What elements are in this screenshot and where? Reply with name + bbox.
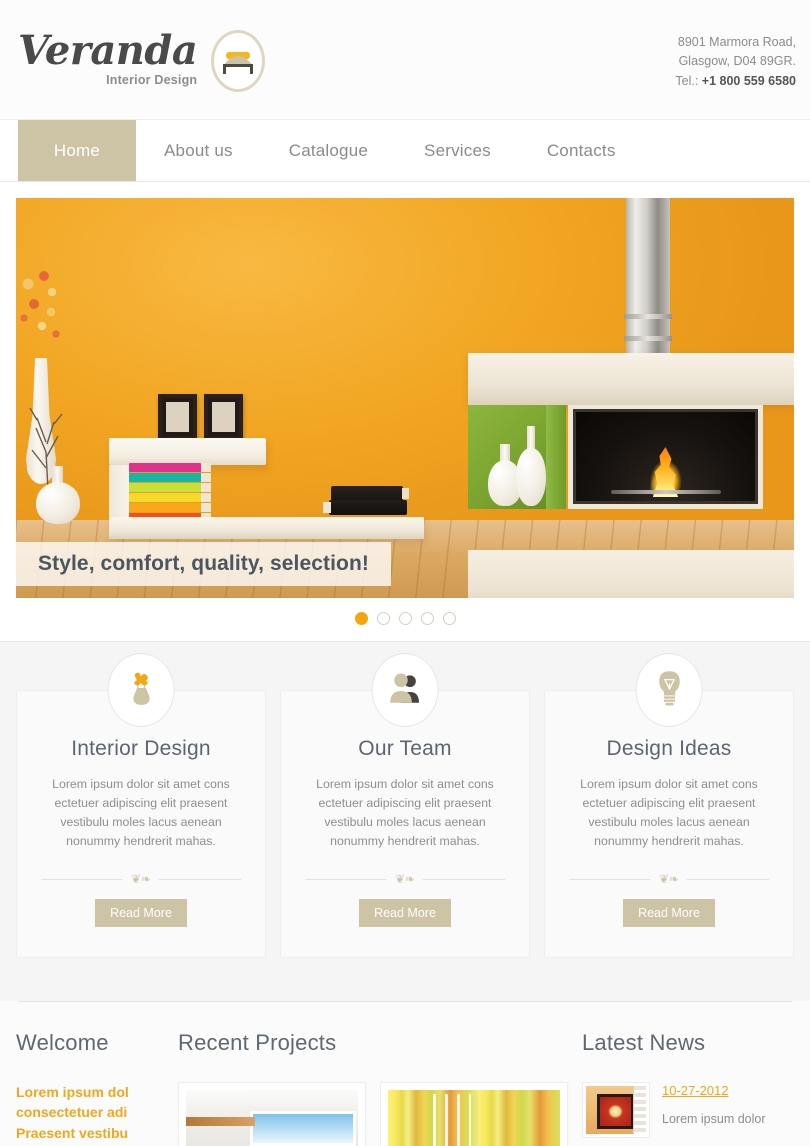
slider-dot-1[interactable] xyxy=(354,612,368,625)
slider-dot-3[interactable] xyxy=(398,612,412,625)
news-body: 10-27-2012 Lorem ipsum dolor xyxy=(662,1082,766,1138)
phone-label: Tel.: xyxy=(675,73,702,88)
hero-slider-zone: Style, comfort, quality, selection! xyxy=(0,182,810,598)
slider-dot-2[interactable] xyxy=(376,612,390,625)
main-navigation: Home About us Catalogue Services Contact… xyxy=(0,120,810,182)
feature-icon-wrap-3 xyxy=(635,653,703,727)
logo-name: Veranda xyxy=(18,27,198,74)
phone-number[interactable]: +1 800 559 6580 xyxy=(702,74,796,88)
fireplace-handle xyxy=(610,490,721,494)
nav-item-contacts[interactable]: Contacts xyxy=(519,120,644,181)
hero-round-vase xyxy=(36,482,80,524)
feature-text-3: Lorem ipsum dolor sit amet cons ectetuer… xyxy=(580,777,758,849)
nav-item-about-us[interactable]: About us xyxy=(136,120,261,181)
latest-news-column: Latest News 10-27-2012 Lorem ipsum dolor xyxy=(582,1030,794,1146)
hero-picture-frame-1 xyxy=(158,394,197,440)
features-section: Interior Design Lorem ipsum dolor sit am… xyxy=(0,641,810,1001)
nav-item-catalogue[interactable]: Catalogue xyxy=(261,120,396,181)
hero-shelf-base xyxy=(109,517,424,539)
hero-slide[interactable]: Style, comfort, quality, selection! xyxy=(16,198,794,598)
address-line-1: 8901 Marmora Road, xyxy=(677,35,796,49)
project-thumbnail-1[interactable] xyxy=(178,1082,366,1146)
fireplace-firebox xyxy=(568,405,763,509)
latest-news-title: Latest News xyxy=(582,1030,706,1055)
hero-flowers xyxy=(18,270,70,362)
fireplace-flue-ring-1 xyxy=(624,314,672,319)
nav-item-services[interactable]: Services xyxy=(396,120,519,181)
logo-badge xyxy=(211,30,266,92)
features-row: Interior Design Lorem ipsum dolor sit am… xyxy=(16,653,794,958)
phone-row: Tel.: +1 800 559 6580 xyxy=(675,72,796,91)
feature-text-1: Lorem ipsum dolor sit amet cons ectetuer… xyxy=(52,777,230,849)
feature-title-3: Design Ideas xyxy=(606,737,732,760)
hero-shelf-top xyxy=(109,438,266,465)
address-line-2: Glasgow, D04 89GR. xyxy=(678,54,796,69)
fireplace-hearth xyxy=(468,550,794,598)
bottom-section: Welcome Lorem ipsum dol consectetuer adi… xyxy=(0,1001,810,1146)
recent-projects-column: Recent Projects xyxy=(178,1030,582,1146)
feature-title-2: Our Team xyxy=(358,737,452,760)
fireplace-inner xyxy=(573,409,758,504)
hero-caption: Style, comfort, quality, selection! xyxy=(16,542,392,586)
divider-ornament-icon: ❦❧ xyxy=(386,871,424,888)
read-more-button-1[interactable]: Read More xyxy=(95,899,187,928)
page-root: Veranda Interior Design 8901 Marmora Roa… xyxy=(0,0,810,1146)
feature-card-interior-design[interactable]: Interior Design Lorem ipsum dolor sit am… xyxy=(16,653,266,958)
flower-vase-icon xyxy=(125,668,157,713)
slider-pagination xyxy=(0,598,810,641)
logo-text-block: Veranda Interior Design xyxy=(18,27,198,88)
bottom-columns: Welcome Lorem ipsum dol consectetuer adi… xyxy=(16,1002,794,1146)
feature-card-design-ideas[interactable]: Design Ideas Lorem ipsum dolor sit amet … xyxy=(544,653,794,958)
lightbulb-icon xyxy=(655,669,683,712)
feature-card-our-team[interactable]: Our Team Lorem ipsum dolor sit amet cons… xyxy=(280,653,530,958)
site-header: Veranda Interior Design 8901 Marmora Roa… xyxy=(0,0,810,120)
site-logo[interactable]: Veranda Interior Design xyxy=(18,27,266,92)
news-thumbnail[interactable] xyxy=(582,1082,650,1138)
fireplace-flue-ring-2 xyxy=(624,336,672,341)
recent-projects-title: Recent Projects xyxy=(178,1030,337,1055)
feature-title-1: Interior Design xyxy=(71,737,211,760)
header-contact-info: 8901 Marmora Road, Glasgow, D04 89GR. Te… xyxy=(675,33,796,91)
read-more-button-2[interactable]: Read More xyxy=(359,899,451,928)
fireplace-green-side xyxy=(546,405,566,509)
fireplace-upper-mantel xyxy=(468,353,794,405)
feature-text-2: Lorem ipsum dolor sit amet cons ectetuer… xyxy=(316,777,494,849)
hero-caption-text: Style, comfort, quality, selection! xyxy=(38,552,370,575)
project-curtain-image xyxy=(388,1090,560,1146)
nav-item-home[interactable]: Home xyxy=(18,120,136,181)
slider-dot-4[interactable] xyxy=(420,612,434,625)
hero-shelf-leg xyxy=(109,465,129,518)
welcome-lead-text: Lorem ipsum dol consectetuer adi Praesen… xyxy=(16,1084,129,1141)
ornamental-divider-1: ❦❧ xyxy=(41,871,241,888)
welcome-title: Welcome xyxy=(16,1030,109,1055)
ornamental-divider-3: ❦❧ xyxy=(569,871,769,888)
logo-tagline: Interior Design xyxy=(106,73,198,87)
news-blinds-detail xyxy=(633,1086,646,1134)
divider-ornament-icon: ❦❧ xyxy=(650,871,688,888)
project-thumbnail-2[interactable] xyxy=(380,1082,568,1146)
hero-black-books xyxy=(323,486,409,516)
ornamental-divider-2: ❦❧ xyxy=(305,871,505,888)
divider-ornament-icon: ❦❧ xyxy=(122,871,160,888)
read-more-button-3[interactable]: Read More xyxy=(623,899,715,928)
project-room-image xyxy=(186,1090,358,1146)
news-item: 10-27-2012 Lorem ipsum dolor xyxy=(582,1082,794,1138)
slider-dot-5[interactable] xyxy=(442,612,456,625)
feature-icon-wrap-1 xyxy=(107,653,175,727)
news-excerpt: Lorem ipsum dolor xyxy=(662,1112,766,1126)
feature-icon-wrap-2 xyxy=(371,653,439,727)
projects-thumbnail-row xyxy=(178,1082,568,1146)
hero-picture-frame-2 xyxy=(204,394,243,440)
people-icon xyxy=(387,672,423,708)
fireplace-vase-2 xyxy=(516,448,546,506)
welcome-column: Welcome Lorem ipsum dol consectetuer adi… xyxy=(16,1030,178,1146)
bed-icon xyxy=(221,48,255,74)
news-date-link[interactable]: 10-27-2012 xyxy=(662,1083,766,1098)
